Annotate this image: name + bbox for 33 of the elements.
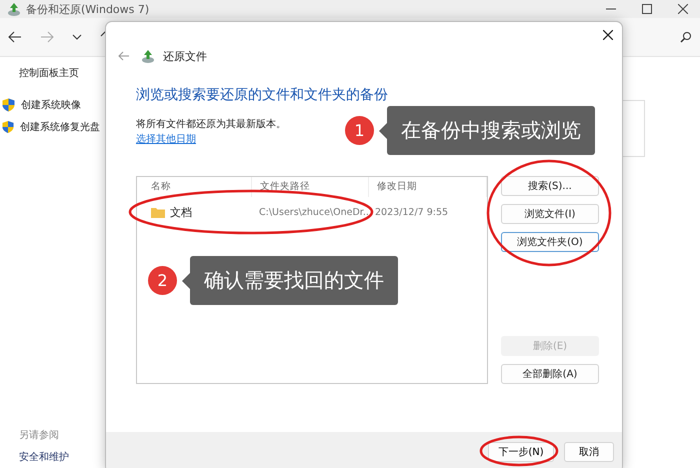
search-icon[interactable] <box>680 31 692 43</box>
side-button[interactable]: 浏览文件(I) <box>501 204 599 224</box>
sidebar-link[interactable]: 创建系统修复光盘 <box>20 120 100 134</box>
callout-label: 确认需要找回的文件 <box>182 256 398 305</box>
shield-icon <box>2 98 15 112</box>
close-icon[interactable] <box>603 30 613 40</box>
chevron-down-icon[interactable] <box>72 34 82 40</box>
callout-label: 在备份中搜索或浏览 <box>379 106 595 155</box>
maximize-icon[interactable] <box>642 4 652 14</box>
choose-date-link[interactable]: 选择其他日期 <box>136 132 196 146</box>
back-arrow-icon[interactable] <box>8 31 22 43</box>
dialog-heading: 浏览或搜索要还原的文件和文件夹的备份 <box>136 86 389 104</box>
backup-icon <box>6 1 22 17</box>
window-title: 备份和还原(Windows 7) <box>26 2 150 16</box>
table-cell[interactable]: 文档 <box>170 204 192 220</box>
see-also-heading: 另请参阅 <box>19 428 60 442</box>
side-button[interactable]: 搜索(S)... <box>501 176 599 196</box>
close-icon[interactable] <box>678 4 688 14</box>
dialog-title: 还原文件 <box>163 48 207 64</box>
footer-button[interactable]: 取消 <box>564 442 614 462</box>
column-header[interactable]: 修改日期 <box>369 177 487 197</box>
shield-icon <box>2 120 14 134</box>
side-button[interactable]: 全部删除(A) <box>501 364 599 384</box>
folder-icon <box>151 206 165 218</box>
sidebar-link[interactable]: 创建系统映像 <box>21 98 81 112</box>
footer-button[interactable]: 下一步(N) <box>488 442 554 462</box>
see-also-link[interactable]: 安全和维护 <box>19 450 100 464</box>
description-text: 将所有文件都还原为其最新版本。 <box>136 118 286 131</box>
backup-icon <box>140 48 156 64</box>
column-header[interactable]: 文件夹路径 <box>252 177 369 197</box>
sidebar-link[interactable]: 控制面板主页 <box>19 66 100 80</box>
column-header[interactable]: 名称 <box>137 177 252 197</box>
side-button[interactable]: 浏览文件夹(O) <box>501 232 599 252</box>
